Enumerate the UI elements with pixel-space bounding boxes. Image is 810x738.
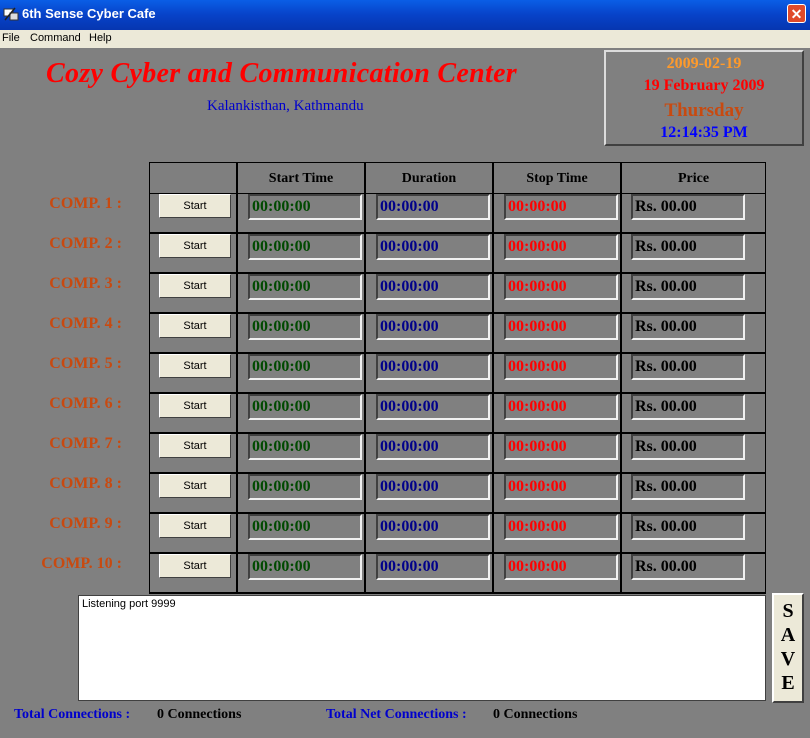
duration-field[interactable]: 00:00:00 <box>376 354 490 380</box>
computer-label: COMP. 10 : <box>41 555 122 572</box>
start-button[interactable]: Start <box>159 394 231 418</box>
start-time-field[interactable]: 00:00:00 <box>248 514 362 540</box>
save-letter: E <box>781 672 795 694</box>
date-iso: 2009-02-19 <box>666 55 742 72</box>
start-button[interactable]: Start <box>159 434 231 458</box>
menu-command[interactable]: Command <box>30 32 81 44</box>
menu-file[interactable]: File <box>2 32 20 44</box>
total-connections-value: 0 Connections <box>157 707 242 722</box>
save-letter: S <box>782 600 794 622</box>
start-time-field[interactable]: 00:00:00 <box>248 314 362 340</box>
price-field[interactable]: Rs. 00.00 <box>631 394 745 420</box>
price-field[interactable]: Rs. 00.00 <box>631 354 745 380</box>
save-letter: A <box>780 624 796 646</box>
date-long: 19 February 2009 <box>643 77 765 94</box>
total-connections-label: Total Connections : <box>14 707 131 722</box>
column-header-price: Price <box>622 163 765 193</box>
start-button[interactable]: Start <box>159 194 231 218</box>
start-time-field[interactable]: 00:00:00 <box>248 474 362 500</box>
duration-field[interactable]: 00:00:00 <box>376 234 490 260</box>
menu-help[interactable]: Help <box>89 32 112 44</box>
computer-label: COMP. 7 : <box>49 435 122 452</box>
datetime-panel: 2009-02-19 19 February 2009 Thursday 12:… <box>604 50 804 146</box>
column-header-start-time: Start Time <box>238 163 364 193</box>
computer-label: COMP. 2 : <box>49 235 122 252</box>
price-field[interactable]: Rs. 00.00 <box>631 274 745 300</box>
stop-time-field[interactable]: 00:00:00 <box>504 474 618 500</box>
price-field[interactable]: Rs. 00.00 <box>631 194 745 220</box>
window-title: 6th Sense Cyber Cafe <box>22 6 156 21</box>
computer-label: COMP. 4 : <box>49 315 122 332</box>
close-button[interactable]: ✕ <box>787 4 806 23</box>
start-time-field[interactable]: 00:00:00 <box>248 354 362 380</box>
header-blank-cell <box>150 163 236 193</box>
business-title: Cozy Cyber and Communication Center <box>46 58 517 89</box>
column-header-stop-time: Stop Time <box>494 163 620 193</box>
duration-field[interactable]: 00:00:00 <box>376 274 490 300</box>
stop-time-field[interactable]: 00:00:00 <box>504 274 618 300</box>
price-field[interactable]: Rs. 00.00 <box>631 234 745 260</box>
stop-time-field[interactable]: 00:00:00 <box>504 234 618 260</box>
price-field[interactable]: Rs. 00.00 <box>631 554 745 580</box>
stop-time-field[interactable]: 00:00:00 <box>504 394 618 420</box>
title-bar[interactable]: 6th Sense Cyber Cafe ✕ <box>0 0 810 30</box>
start-button[interactable]: Start <box>159 474 231 498</box>
start-time-field[interactable]: 00:00:00 <box>248 554 362 580</box>
duration-field[interactable]: 00:00:00 <box>376 474 490 500</box>
computer-label: COMP. 8 : <box>49 475 122 492</box>
duration-field[interactable]: 00:00:00 <box>376 394 490 420</box>
stop-time-field[interactable]: 00:00:00 <box>504 314 618 340</box>
computer-label: COMP. 9 : <box>49 515 122 532</box>
computer-label: COMP. 5 : <box>49 355 122 372</box>
start-time-field[interactable]: 00:00:00 <box>248 194 362 220</box>
duration-field[interactable]: 00:00:00 <box>376 314 490 340</box>
stop-time-field[interactable]: 00:00:00 <box>504 434 618 460</box>
stop-time-field[interactable]: 00:00:00 <box>504 554 618 580</box>
start-button[interactable]: Start <box>159 354 231 378</box>
computer-label: COMP. 6 : <box>49 395 122 412</box>
stop-time-field[interactable]: 00:00:00 <box>504 194 618 220</box>
app-icon <box>3 7 19 21</box>
start-button[interactable]: Start <box>159 234 231 258</box>
duration-field[interactable]: 00:00:00 <box>376 194 490 220</box>
column-header-duration: Duration <box>366 163 492 193</box>
business-address: Kalankisthan, Kathmandu <box>207 98 364 114</box>
duration-field[interactable]: 00:00:00 <box>376 554 490 580</box>
stop-time-field[interactable]: 00:00:00 <box>504 354 618 380</box>
duration-field[interactable]: 00:00:00 <box>376 514 490 540</box>
menu-bar: File Command Help <box>0 30 810 48</box>
log-textarea[interactable]: Listening port 9999 <box>78 595 766 701</box>
start-button[interactable]: Start <box>159 514 231 538</box>
computer-label: COMP. 3 : <box>49 275 122 292</box>
duration-field[interactable]: 00:00:00 <box>376 434 490 460</box>
start-button[interactable]: Start <box>159 274 231 298</box>
price-field[interactable]: Rs. 00.00 <box>631 474 745 500</box>
start-time-field[interactable]: 00:00:00 <box>248 434 362 460</box>
price-field[interactable]: Rs. 00.00 <box>631 314 745 340</box>
start-time-field[interactable]: 00:00:00 <box>248 274 362 300</box>
start-time-field[interactable]: 00:00:00 <box>248 234 362 260</box>
net-connections-label: Total Net Connections : <box>326 707 467 722</box>
stop-time-field[interactable]: 00:00:00 <box>504 514 618 540</box>
net-connections-value: 0 Connections <box>493 707 578 722</box>
weekday: Thursday <box>664 100 744 121</box>
save-letter: V <box>780 648 796 670</box>
save-button[interactable]: S A V E <box>772 593 804 703</box>
clock-time: 12:14:35 PM <box>660 124 748 141</box>
start-button[interactable]: Start <box>159 554 231 578</box>
price-field[interactable]: Rs. 00.00 <box>631 434 745 460</box>
start-time-field[interactable]: 00:00:00 <box>248 394 362 420</box>
start-button[interactable]: Start <box>159 314 231 338</box>
price-field[interactable]: Rs. 00.00 <box>631 514 745 540</box>
computer-label: COMP. 1 : <box>49 195 122 212</box>
